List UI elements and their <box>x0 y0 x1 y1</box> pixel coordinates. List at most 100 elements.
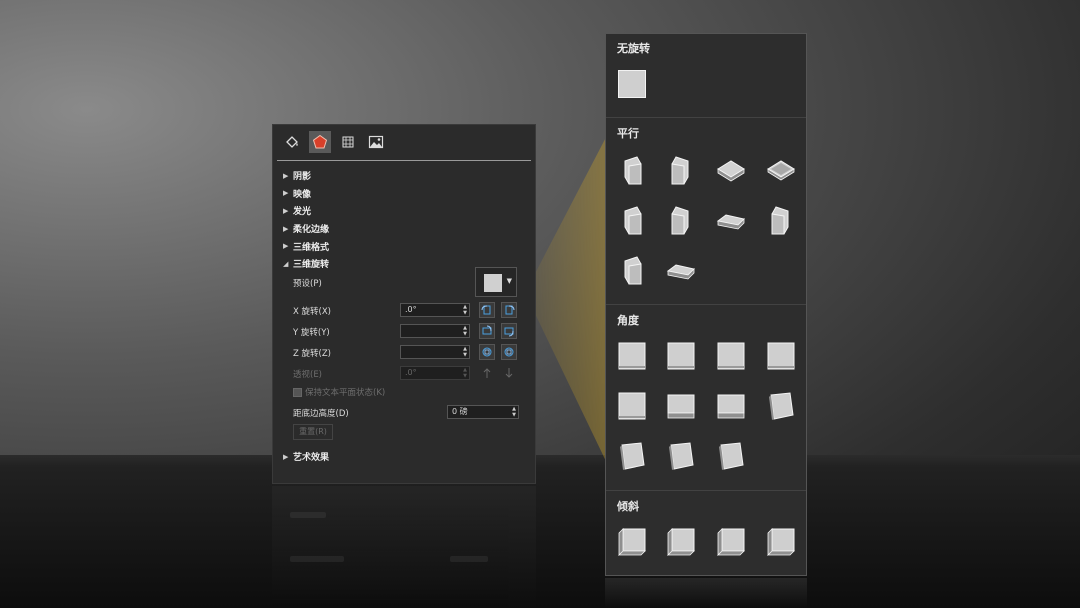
preset-perspective-9[interactable] <box>617 441 647 471</box>
preset-perspective-1[interactable] <box>617 341 647 371</box>
preset-dropdown-button[interactable]: ▼ <box>475 267 517 297</box>
x-rotation-value: .0° <box>405 305 417 314</box>
expand-arrow-icon: ▶ <box>283 171 289 180</box>
perspective-input: .0° ▲ ▼ <box>400 366 470 380</box>
preset-parallel-7[interactable] <box>716 205 746 235</box>
section-label: 柔化边缘 <box>293 225 330 236</box>
x-rotation-input[interactable]: .0° ▲ ▼ <box>400 303 470 317</box>
preset-parallel-9[interactable] <box>617 255 647 285</box>
spinner-arrows-icon[interactable]: ▲ ▼ <box>463 346 467 358</box>
spinner-arrows-icon[interactable]: ▲ ▼ <box>463 304 467 316</box>
preset-parallel-3[interactable] <box>716 155 746 185</box>
distance-value: 0 磅 <box>452 407 468 416</box>
expand-arrow-icon: ▶ <box>283 452 289 461</box>
preset-perspective-8[interactable] <box>766 391 796 421</box>
picture-tab[interactable] <box>365 131 387 153</box>
section-reflection[interactable]: ▶ 映像 <box>283 185 527 203</box>
rotate-down-y-button[interactable] <box>501 323 517 339</box>
floor-background <box>0 455 1080 608</box>
fill-line-tab[interactable] <box>281 131 303 153</box>
preset-parallel-6[interactable] <box>666 205 696 235</box>
preset-no-rotation[interactable] <box>617 69 647 99</box>
preset-parallel-10[interactable] <box>666 255 696 285</box>
distance-input[interactable]: 0 磅 ▲ ▼ <box>447 405 519 419</box>
spinner-arrows-icon[interactable]: ▲ ▼ <box>512 406 516 418</box>
size-properties-icon <box>342 136 354 148</box>
preset-perspective-4[interactable] <box>766 341 796 371</box>
chevron-down-icon: ▼ <box>506 277 512 285</box>
preset-oblique-4[interactable] <box>766 527 796 557</box>
distance-label: 距底边高度(D) <box>293 409 349 419</box>
picture-icon <box>368 135 384 149</box>
preset-swatch <box>484 274 502 292</box>
widen-perspective-button <box>501 365 517 381</box>
section-soft-edges[interactable]: ▶ 柔化边缘 <box>283 220 527 238</box>
section-3d-format[interactable]: ▶ 三维格式 <box>283 237 527 255</box>
keep-text-flat-checkbox: 保持文本平面状态(K) <box>293 386 385 398</box>
arrow-up-icon <box>483 368 491 378</box>
expand-arrow-icon: ▶ <box>283 242 289 251</box>
x-rotation-label: X 旋转(X) <box>293 307 331 317</box>
preset-parallel-5[interactable] <box>617 205 647 235</box>
rotate-down-icon <box>504 327 514 337</box>
preset-perspective-5[interactable] <box>617 391 647 421</box>
preset-parallel-8[interactable] <box>766 205 796 235</box>
y-rotation-label: Y 旋转(Y) <box>293 328 330 338</box>
rotate-left-x-button[interactable] <box>479 302 495 318</box>
effects-tab[interactable] <box>309 131 331 153</box>
checkbox-icon <box>293 388 302 397</box>
rotate-counterclockwise-z-button[interactable] <box>479 344 495 360</box>
expand-arrow-icon: ▶ <box>283 189 289 198</box>
section-label: 艺术效果 <box>293 453 330 464</box>
panel-tab-bar <box>281 131 387 157</box>
preset-perspective-6[interactable] <box>666 391 696 421</box>
rotate-clockwise-icon <box>504 347 514 357</box>
preset-perspective-3[interactable] <box>716 341 746 371</box>
section-glow[interactable]: ▶ 发光 <box>283 202 527 220</box>
preset-perspective-11[interactable] <box>716 441 746 471</box>
preset-perspective-10[interactable] <box>666 441 696 471</box>
paint-bucket-icon <box>286 136 298 148</box>
section-divider <box>606 304 806 305</box>
section-art-effects[interactable]: ▶ 艺术效果 <box>283 448 329 466</box>
section-label: 映像 <box>293 189 312 200</box>
preset-perspective-7[interactable] <box>716 391 746 421</box>
preset-oblique-1[interactable] <box>617 527 647 557</box>
rotate-right-icon <box>505 305 515 315</box>
preset-parallel-1[interactable] <box>617 155 647 185</box>
keep-text-flat-label: 保持文本平面状态(K) <box>305 388 386 398</box>
section-label: 三维旋转 <box>293 260 330 271</box>
effects-sections: ▶ 阴影 ▶ 映像 ▶ 发光 ▶ 柔化边缘 ▶ 三维格式 ◢ 三维旋转 <box>283 167 527 273</box>
perspective-value: .0° <box>405 368 417 377</box>
section-title-oblique: 倾斜 <box>617 500 639 513</box>
preset-parallel-4[interactable] <box>766 155 796 185</box>
spinner-arrows-icon: ▲ ▼ <box>463 367 467 379</box>
rotate-clockwise-z-button[interactable] <box>501 344 517 360</box>
section-label: 发光 <box>293 207 312 218</box>
y-rotation-input[interactable]: ▲ ▼ <box>400 324 470 338</box>
rotation-presets-gallery: 无旋转 平行 角度 倾斜 <box>605 33 807 576</box>
expand-arrow-icon: ▶ <box>283 206 289 215</box>
rotate-counterclockwise-icon <box>482 347 492 357</box>
preset-label: 预设(P) <box>293 279 322 289</box>
narrow-perspective-button <box>479 365 495 381</box>
z-rotation-input[interactable]: ▲ ▼ <box>400 345 470 359</box>
section-shadow[interactable]: ▶ 阴影 <box>283 167 527 185</box>
size-properties-tab[interactable] <box>337 131 359 153</box>
preset-oblique-2[interactable] <box>666 527 696 557</box>
arrow-down-icon <box>505 368 513 378</box>
section-title-perspective: 角度 <box>617 314 639 327</box>
reset-button: 重置(R) <box>293 424 333 440</box>
pentagon-effects-icon <box>312 134 328 149</box>
expand-arrow-icon: ▶ <box>283 224 289 233</box>
collapse-arrow-icon: ◢ <box>283 259 289 268</box>
rotate-right-x-button[interactable] <box>501 302 517 318</box>
preset-perspective-2[interactable] <box>666 341 696 371</box>
spinner-arrows-icon[interactable]: ▲ ▼ <box>463 325 467 337</box>
preset-oblique-3[interactable] <box>716 527 746 557</box>
floor-highlight <box>0 455 1080 467</box>
preset-parallel-2[interactable] <box>666 155 696 185</box>
perspective-label: 透视(E) <box>293 370 323 380</box>
gallery-reflection <box>605 578 807 608</box>
rotate-up-y-button[interactable] <box>479 323 495 339</box>
